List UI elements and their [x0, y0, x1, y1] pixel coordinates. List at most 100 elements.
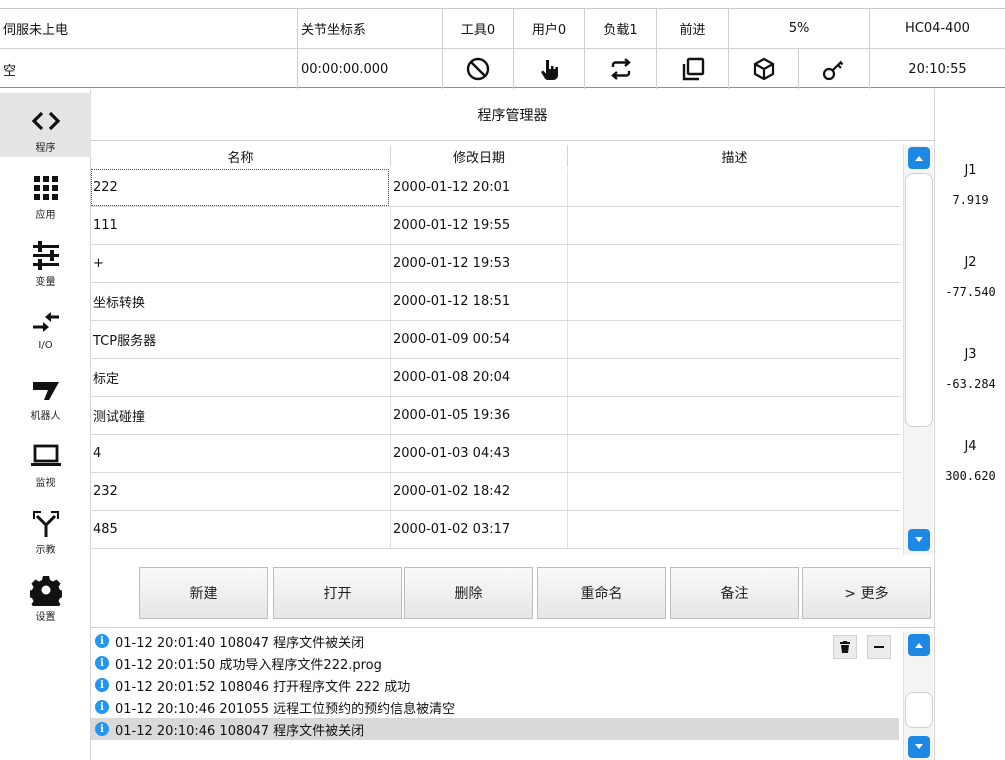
- cube-icon[interactable]: [729, 49, 799, 89]
- clock: 20:10:55: [908, 61, 967, 77]
- speed-percent[interactable]: 5%: [729, 9, 870, 49]
- table-row[interactable]: 坐标转换 2000-01-12 18:51: [91, 283, 901, 321]
- sidebar-item-monitor[interactable]: 监视: [0, 428, 91, 492]
- minimize-log-button[interactable]: [867, 635, 891, 659]
- joint-name: J3: [964, 347, 977, 362]
- sidebar-item-label: 程序: [35, 143, 56, 154]
- program-description: [568, 397, 901, 434]
- load-selector[interactable]: 负载1: [585, 9, 657, 49]
- log-scrollbar[interactable]: [903, 632, 933, 760]
- log-entry[interactable]: i 01-12 20:10:46 201055 远程工位预约的预约信息被清空: [95, 696, 825, 718]
- sidebar-item-variables[interactable]: 变量: [0, 227, 91, 291]
- robot-arm-icon: [32, 382, 59, 400]
- table-header: 名称 修改日期 描述: [91, 145, 901, 167]
- program-description: [568, 435, 901, 472]
- key-icon[interactable]: [799, 49, 870, 89]
- log-entry[interactable]: i 01-12 20:01:40 108047 程序文件被关闭: [95, 630, 825, 652]
- log-scroll-up-button[interactable]: [908, 634, 930, 656]
- program-description: [568, 321, 901, 358]
- sidebar-item-teach[interactable]: 示教: [0, 495, 91, 559]
- info-icon: i: [95, 700, 109, 714]
- sidebar: 程序 应用 变量 I/O 机器人 监视 示教 设置: [0, 89, 91, 760]
- table-row[interactable]: TCP服务器 2000-01-09 00:54: [91, 321, 901, 359]
- joint-value: 300.620: [945, 469, 996, 483]
- table-row[interactable]: 485 2000-01-02 03:17: [91, 511, 901, 549]
- hand-pointer-icon[interactable]: [514, 49, 585, 89]
- open-button[interactable]: 打开: [273, 567, 402, 619]
- sidebar-item-io[interactable]: I/O: [0, 294, 91, 358]
- copy-square-icon[interactable]: [657, 49, 729, 89]
- new-button[interactable]: 新建: [139, 567, 268, 619]
- status-bar: 伺服未上电 关节坐标系 工具0 用户0 负载1 前进 5% HC04-400 空…: [0, 8, 1005, 89]
- table-row[interactable]: 232 2000-01-02 18:42: [91, 473, 901, 511]
- teach-icon: [32, 511, 59, 537]
- sidebar-item-label: 应用: [35, 210, 56, 221]
- log-entry-selected[interactable]: i 01-12 20:10:46 108047 程序文件被关闭: [91, 718, 899, 740]
- scroll-up-button[interactable]: [908, 147, 930, 169]
- table-row[interactable]: 4 2000-01-03 04:43: [91, 435, 901, 473]
- tool-selector[interactable]: 工具0: [443, 9, 514, 49]
- log-entry[interactable]: i 01-12 20:01:52 108046 打开程序文件 222 成功: [95, 674, 825, 696]
- program-date: 2000-01-03 04:43: [391, 435, 568, 472]
- sidebar-item-label: I/O: [38, 340, 53, 351]
- code-brackets-icon: [31, 111, 60, 131]
- log-text: 01-12 20:01:50 成功导入程序文件222.prog: [115, 657, 382, 673]
- program-date: 2000-01-05 19:36: [391, 397, 568, 434]
- program-name: 测试碰撞: [91, 397, 391, 434]
- joint-value: 7.919: [952, 193, 989, 207]
- chevron-up-icon: [915, 156, 923, 161]
- clear-log-button[interactable]: [833, 635, 857, 659]
- scroll-down-button[interactable]: [908, 529, 930, 551]
- joint-value: -77.540: [945, 285, 996, 299]
- prohibit-icon[interactable]: [443, 49, 514, 89]
- info-icon: i: [95, 722, 109, 736]
- table-row[interactable]: + 2000-01-12 19:53: [91, 245, 901, 283]
- sidebar-item-apps[interactable]: 应用: [0, 160, 91, 224]
- more-button[interactable]: > 更多: [802, 567, 931, 619]
- sidebar-item-label: 监视: [35, 478, 56, 489]
- joint-name: J2: [964, 255, 977, 270]
- log-text: 01-12 20:10:46 201055 远程工位预约的预约信息被清空: [115, 701, 456, 717]
- delete-button[interactable]: 删除: [404, 567, 533, 619]
- info-icon: i: [95, 656, 109, 670]
- joint-value: -63.284: [945, 377, 996, 391]
- table-row[interactable]: 222 2000-01-12 20:01: [91, 169, 901, 207]
- minus-icon: [874, 646, 884, 648]
- log-text: 01-12 20:10:46 108047 程序文件被关闭: [115, 723, 365, 739]
- sidebar-item-robot[interactable]: 机器人: [0, 361, 91, 425]
- chevron-up-icon: [915, 643, 923, 648]
- log-scroll-thumb[interactable]: [905, 692, 933, 728]
- user-frame-selector[interactable]: 用户0: [514, 9, 585, 49]
- column-header-name[interactable]: 名称: [91, 145, 391, 167]
- column-header-date[interactable]: 修改日期: [391, 145, 568, 167]
- rename-button[interactable]: 重命名: [537, 567, 666, 619]
- cycle-icon[interactable]: [585, 49, 657, 89]
- coordinate-system[interactable]: 关节坐标系: [298, 9, 443, 49]
- direction-mode[interactable]: 前进: [657, 9, 729, 49]
- chevron-down-icon: [915, 537, 923, 542]
- program-date: 2000-01-09 00:54: [391, 321, 568, 358]
- log-entry[interactable]: i 01-12 20:01:50 成功导入程序文件222.prog: [95, 652, 825, 674]
- log-scroll-down-button[interactable]: [908, 736, 930, 758]
- program-name: 232: [91, 473, 391, 510]
- column-header-description[interactable]: 描述: [568, 145, 901, 167]
- joint-name: J1: [964, 163, 977, 178]
- table-row[interactable]: 测试碰撞 2000-01-05 19:36: [91, 397, 901, 435]
- program-date: 2000-01-12 19:55: [391, 207, 568, 244]
- sidebar-item-program[interactable]: 程序: [0, 93, 91, 157]
- scroll-thumb[interactable]: [905, 173, 933, 427]
- joint-name: J4: [964, 439, 977, 454]
- table-row[interactable]: 111 2000-01-12 19:55: [91, 207, 901, 245]
- program-manager: 程序管理器 名称 修改日期 描述 222 2000-01-12 20:01 11…: [91, 89, 934, 760]
- program-description: [568, 207, 901, 244]
- sidebar-item-label: 机器人: [30, 411, 61, 422]
- table-row[interactable]: 标定 2000-01-08 20:04: [91, 359, 901, 397]
- table-scrollbar[interactable]: [903, 145, 933, 555]
- io-arrows-icon: [32, 312, 59, 332]
- sidebar-item-label: 示教: [35, 545, 56, 556]
- program-description: [568, 283, 901, 320]
- note-button[interactable]: 备注: [670, 567, 799, 619]
- program-name: 标定: [91, 359, 391, 396]
- program-date: 2000-01-12 20:01: [391, 169, 568, 206]
- sidebar-item-settings[interactable]: 设置: [0, 562, 91, 626]
